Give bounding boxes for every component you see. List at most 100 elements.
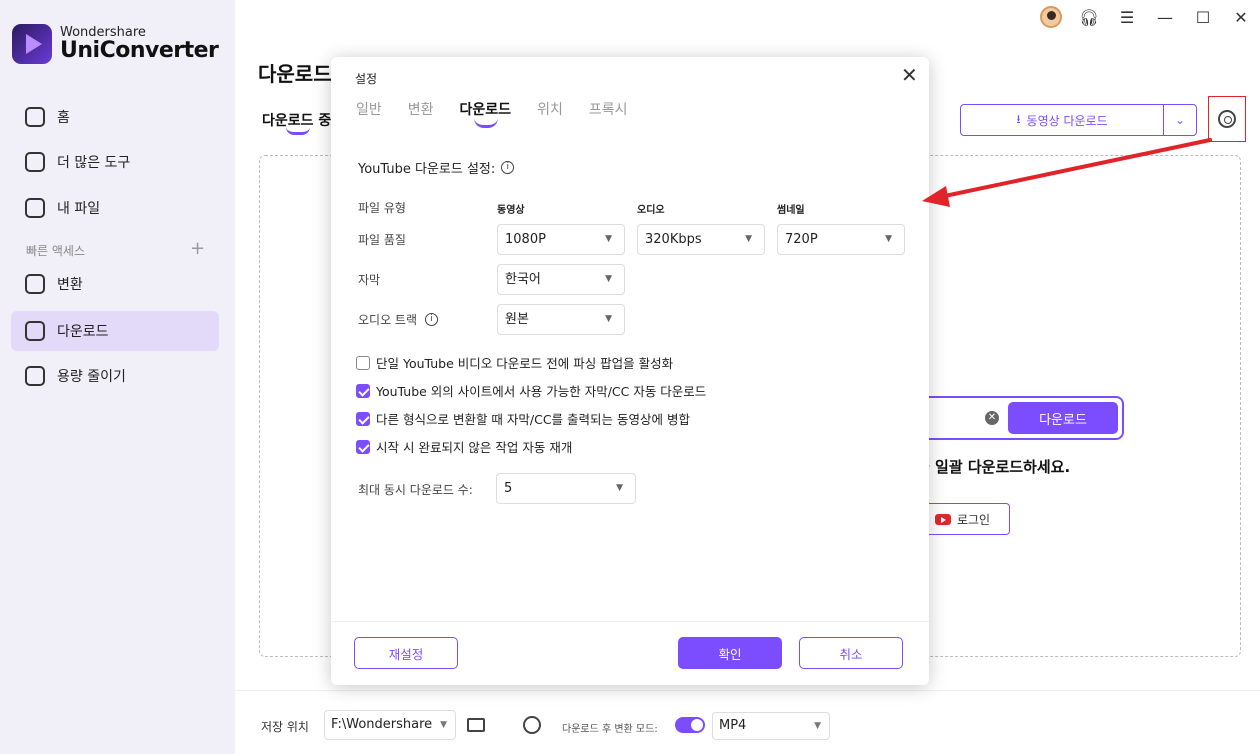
- youtube-icon: [934, 513, 951, 525]
- brand-top: Wondershare: [60, 24, 146, 40]
- close-window-button[interactable]: ✕: [1222, 0, 1260, 34]
- checkbox-row-auto-resume[interactable]: 시작 시 완료되지 않은 작업 자동 재개: [356, 437, 572, 456]
- subtitle-select[interactable]: 한국어 ▼: [497, 264, 625, 295]
- ok-button[interactable]: 확인: [678, 637, 782, 669]
- clock-icon[interactable]: [523, 716, 541, 734]
- add-quick-access-icon[interactable]: +: [190, 238, 205, 259]
- checkbox-merge-subtitle[interactable]: [356, 411, 370, 426]
- dialog-title: 설정: [355, 72, 378, 86]
- save-path-value: F:\Wondershare: [331, 717, 433, 732]
- output-format-select[interactable]: MP4 ▼: [712, 712, 830, 740]
- subtitle-value: 한국어: [505, 272, 541, 287]
- tab-convert[interactable]: 변환: [408, 99, 434, 119]
- thumbnail-quality-select[interactable]: 720P ▼: [777, 224, 905, 255]
- thumbnail-quality-value: 720P: [785, 232, 818, 247]
- subtitle-label: 자막: [358, 273, 381, 287]
- tab-general[interactable]: 일반: [356, 99, 382, 119]
- chevron-down-icon[interactable]: ⌄: [1164, 113, 1196, 127]
- support-button[interactable]: 🎧︎: [1070, 0, 1108, 34]
- sidebar-item-label: 내 파일: [57, 201, 101, 217]
- column-video: 동영상: [497, 205, 525, 216]
- toolbox-icon: [25, 152, 45, 172]
- max-concurrent-select[interactable]: 5 ▼: [496, 473, 636, 504]
- checkbox-auto-subtitle[interactable]: [356, 383, 370, 398]
- maximize-button[interactable]: ☐: [1184, 0, 1222, 34]
- checkbox-row-auto-subtitle[interactable]: YouTube 외의 사이트에서 사용 가능한 자막/CC 자동 다운로드: [356, 381, 706, 400]
- checkbox-label: 단일 YouTube 비디오 다운로드 전에 파싱 팝업을 활성화: [376, 356, 674, 371]
- audio-quality-select[interactable]: 320Kbps ▼: [637, 224, 765, 255]
- save-path-select[interactable]: F:\Wondershare ▼: [324, 710, 456, 740]
- minimize-icon: —: [1157, 7, 1173, 27]
- sidebar-item-more-tools[interactable]: 더 많은 도구: [11, 142, 219, 182]
- settings-button[interactable]: [1208, 96, 1246, 142]
- chevron-down-icon: ▼: [605, 234, 612, 244]
- sidebar-item-label: 홈: [57, 110, 70, 126]
- chevron-down-icon: ▼: [605, 314, 612, 324]
- file-icon: [25, 198, 45, 218]
- chevron-down-icon: ▼: [616, 483, 623, 493]
- audio-track-row: 오디오 트랙 i: [358, 311, 439, 328]
- checkbox-auto-resume[interactable]: [356, 439, 370, 454]
- output-format-value: MP4: [719, 718, 747, 733]
- convert-icon: [25, 274, 45, 294]
- video-quality-select[interactable]: 1080P ▼: [497, 224, 625, 255]
- dialog-divider: [331, 621, 929, 622]
- uniconverter-logo-icon: [12, 24, 52, 64]
- cancel-button[interactable]: 취소: [799, 637, 903, 669]
- minimize-button[interactable]: —: [1146, 0, 1184, 34]
- tab-download[interactable]: 다운로드: [460, 99, 511, 128]
- max-concurrent-value: 5: [504, 481, 513, 496]
- post-convert-toggle[interactable]: [675, 717, 705, 733]
- file-quality-label: 파일 품질: [358, 233, 406, 247]
- audio-quality-value: 320Kbps: [645, 232, 702, 247]
- sidebar-item-download[interactable]: 다운로드: [11, 311, 219, 351]
- checkbox-label: YouTube 외의 사이트에서 사용 가능한 자막/CC 자동 다운로드: [376, 384, 707, 399]
- quick-access-label: 빠른 액세스: [26, 244, 86, 258]
- checkbox-label: 다른 형식으로 변환할 때 자막/CC를 출력되는 동영상에 병합: [376, 412, 690, 427]
- info-icon[interactable]: i: [425, 313, 439, 326]
- settings-dialog: 설정 ✕ 일반 변환 다운로드 위치 프록시 YouTube 다운로드 설정: …: [331, 57, 929, 685]
- chevron-down-icon: ▼: [440, 720, 447, 730]
- sidebar-item-my-files[interactable]: 내 파일: [11, 188, 219, 228]
- checkbox-parse-popup[interactable]: [356, 355, 370, 370]
- tab-location[interactable]: 위치: [537, 99, 563, 119]
- window-title-bar: 🎧︎ ☰ — ☐ ✕: [1032, 0, 1260, 34]
- audio-track-select[interactable]: 원본 ▼: [497, 304, 625, 335]
- tab-proxy[interactable]: 프록시: [589, 99, 628, 119]
- checkbox-row-parse-popup[interactable]: 단일 YouTube 비디오 다운로드 전에 파싱 팝업을 활성화: [356, 353, 673, 372]
- sidebar-item-label: 변환: [57, 277, 83, 293]
- menu-icon: ☰: [1119, 7, 1135, 27]
- avatar-icon: [1040, 6, 1062, 28]
- download-video-label: 동영상 다운로드: [1026, 113, 1108, 128]
- sidebar-item-label: 다운로드: [57, 324, 109, 340]
- sidebar-item-home[interactable]: 홈: [11, 97, 219, 137]
- column-thumbnail: 썸네일: [777, 205, 805, 216]
- reset-button[interactable]: 재설정: [354, 637, 458, 669]
- download-arrow-icon: ⭳: [1016, 111, 1021, 126]
- menu-button[interactable]: ☰: [1108, 0, 1146, 34]
- max-concurrent-label: 최대 동시 다운로드 수:: [358, 483, 473, 497]
- sidebar-item-label: 용량 줄이기: [57, 369, 126, 385]
- info-icon[interactable]: i: [501, 161, 515, 174]
- audio-track-value: 원본: [505, 312, 529, 327]
- footer-bar: 저장 위치 F:\Wondershare ▼ 다운로드 후 변환 모드: MP4…: [235, 690, 1260, 754]
- post-convert-mode-label: 다운로드 후 변환 모드:: [562, 724, 658, 735]
- maximize-icon: ☐: [1195, 7, 1211, 27]
- sidebar-item-compress[interactable]: 용량 줄이기: [11, 356, 219, 396]
- youtube-login-button[interactable]: 로그인: [916, 503, 1010, 535]
- clear-url-icon[interactable]: ✕: [985, 411, 999, 425]
- download-video-button[interactable]: ⭳ 동영상 다운로드 ⌄: [960, 104, 1197, 136]
- headset-icon: 🎧︎: [1078, 7, 1100, 27]
- close-icon: ✕: [1234, 7, 1248, 27]
- batch-download-text: 을 일괄 다운로드하세요.: [916, 458, 1071, 476]
- account-button[interactable]: [1032, 0, 1070, 34]
- download-icon: [25, 321, 45, 341]
- url-download-button[interactable]: 다운로드: [1008, 402, 1118, 434]
- brand-name: UniConverter: [60, 38, 219, 64]
- youtube-settings-label: YouTube 다운로드 설정:: [358, 162, 496, 177]
- folder-icon[interactable]: [467, 718, 485, 732]
- sidebar-item-convert[interactable]: 변환: [11, 264, 219, 304]
- close-icon[interactable]: ✕: [901, 65, 918, 85]
- checkbox-row-merge-subtitle[interactable]: 다른 형식으로 변환할 때 자막/CC를 출력되는 동영상에 병합: [356, 409, 690, 428]
- compress-icon: [25, 366, 45, 386]
